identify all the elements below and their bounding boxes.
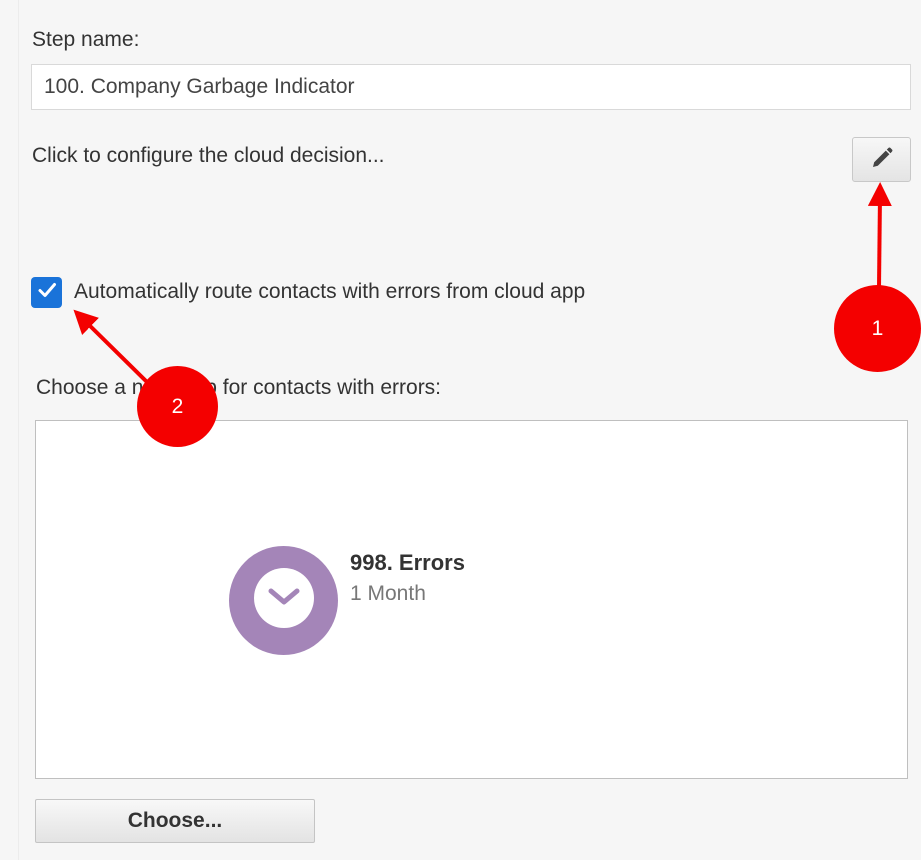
pencil-icon <box>870 146 894 173</box>
panel-divider <box>18 0 19 860</box>
step-name-label: Step name: <box>32 28 140 51</box>
step-node-circle <box>229 546 338 655</box>
configure-cloud-decision-label: Click to configure the cloud decision... <box>32 144 385 167</box>
auto-route-checkbox[interactable] <box>31 277 62 308</box>
clock-icon <box>253 567 315 634</box>
error-step-selection-box: 998. Errors 1 Month <box>35 420 908 779</box>
auto-route-label: Automatically route contacts with errors… <box>74 280 586 303</box>
edit-cloud-decision-button[interactable] <box>852 137 911 182</box>
annotation-badge-2: 2 <box>137 366 218 447</box>
step-node-subtitle: 1 Month <box>350 582 426 605</box>
configure-step-panel: Step name: Click to configure the cloud … <box>0 0 921 860</box>
choose-button[interactable]: Choose... <box>35 799 315 843</box>
step-node-title: 998. Errors <box>350 550 465 575</box>
annotation-arrow-2 <box>73 309 152 387</box>
step-name-input[interactable] <box>31 64 911 110</box>
annotation-badge-1: 1 <box>834 285 921 372</box>
checkmark-icon <box>36 279 58 306</box>
error-step-node[interactable]: 998. Errors 1 Month <box>229 546 465 655</box>
annotation-arrow-1 <box>867 182 892 289</box>
step-node-text: 998. Errors 1 Month <box>350 550 465 606</box>
error-step-label: Choose a next step for contacts with err… <box>36 376 442 399</box>
